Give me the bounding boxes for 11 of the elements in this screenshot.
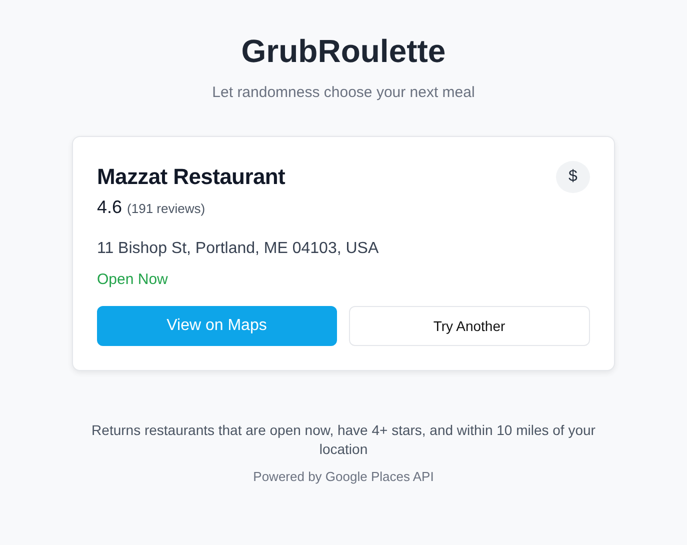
footer-credit: Powered by Google Places API	[253, 469, 434, 484]
footer-note: Returns restaurants that are open now, have 4+ stars, and within 10 miles of your location	[90, 421, 596, 459]
review-count: (191 reviews)	[127, 201, 206, 216]
rating-value: 4.6	[97, 197, 122, 218]
retry-button[interactable]: Try Another	[348, 306, 590, 346]
app-subtitle: Let randomness choose your next meal	[212, 83, 475, 103]
price-badge: $	[556, 161, 590, 193]
open-status: Open Now	[97, 271, 169, 288]
restaurant-name: Mazzat Restaurant	[97, 164, 286, 190]
app-title: GrubRoulette	[241, 32, 446, 71]
restaurant-address: 11 Bishop St, Portland, ME 04103, USA	[97, 240, 380, 258]
